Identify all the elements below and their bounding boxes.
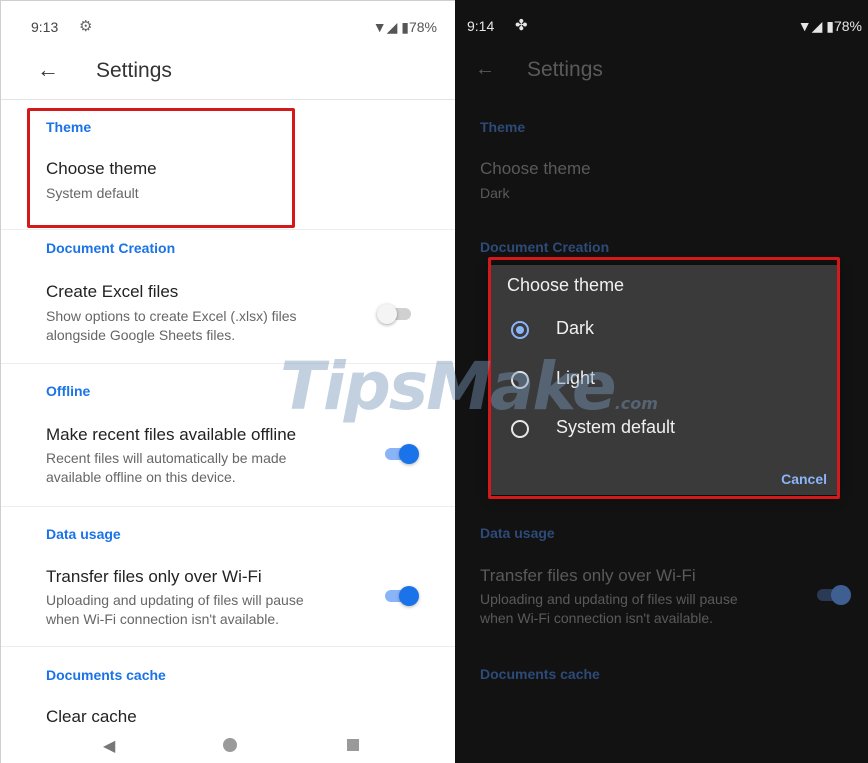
- wifi-only-desc-2: when Wi-Fi connection isn't available.: [480, 610, 714, 626]
- wifi-only-desc-1: Uploading and updating of files will pau…: [46, 592, 304, 608]
- section-offline-header: Offline: [46, 383, 91, 399]
- nav-back-icon[interactable]: ◀: [103, 736, 115, 756]
- page-title: Settings: [96, 59, 172, 82]
- watermark: TipsMake.com: [280, 348, 658, 425]
- create-excel-toggle[interactable]: [377, 303, 417, 325]
- watermark-suffix: .com: [614, 394, 658, 413]
- toggle-knob: [377, 304, 397, 324]
- wifi-only-desc-2: when Wi-Fi connection isn't available.: [46, 611, 280, 627]
- status-time: 9:13: [31, 19, 59, 35]
- section-theme-header: Theme: [480, 119, 526, 135]
- offline-toggle[interactable]: [383, 443, 423, 465]
- appbar-divider: [1, 99, 455, 100]
- section-data-usage-header: Data usage: [46, 526, 121, 542]
- page-title: Settings: [527, 58, 603, 81]
- signal-icon: ◢: [386, 19, 398, 35]
- choose-theme-value: Dark: [480, 185, 510, 201]
- wifi-icon: ▼: [372, 19, 387, 35]
- battery-level: 78%: [408, 19, 437, 35]
- section-documents-cache-header: Documents cache: [480, 666, 600, 682]
- section-divider: [1, 229, 455, 230]
- back-arrow-icon[interactable]: ←: [475, 58, 495, 81]
- clear-cache-item[interactable]: Clear cache: [46, 707, 137, 727]
- create-excel-desc-1: Show options to create Excel (.xlsx) fil…: [46, 308, 297, 324]
- wifi-only-title: Transfer files only over Wi-Fi: [480, 566, 696, 585]
- nav-home-icon[interactable]: [223, 738, 237, 752]
- status-time: 9:14: [467, 18, 495, 34]
- status-indicators: ▼◢ ▮78%: [373, 19, 437, 36]
- toggle-knob: [399, 444, 419, 464]
- wifi-only-title: Transfer files only over Wi-Fi: [46, 567, 262, 586]
- status-indicators: ▼◢ ▮78%: [798, 18, 862, 35]
- battery-icon: ▮: [401, 19, 409, 35]
- wifi-icon: ▼: [797, 18, 812, 34]
- offline-title: Make recent files available offline: [46, 425, 297, 444]
- toggle-knob: [831, 585, 851, 605]
- section-divider: [1, 506, 455, 507]
- back-arrow-icon[interactable]: ←: [37, 57, 59, 83]
- settings-status-icon: ✤: [515, 17, 528, 34]
- wifi-only-toggle[interactable]: [815, 584, 855, 606]
- wifi-only-toggle[interactable]: [383, 585, 423, 607]
- section-document-creation-header: Document Creation: [480, 239, 610, 255]
- watermark-text: TipsMake: [280, 348, 617, 425]
- battery-icon: ▮: [826, 18, 834, 34]
- offline-desc-2: available offline on this device.: [46, 469, 236, 485]
- battery-level: 78%: [833, 18, 862, 34]
- create-excel-title: Create Excel files: [46, 282, 179, 301]
- section-documents-cache-header: Documents cache: [46, 667, 166, 683]
- offline-desc-1: Recent files will automatically be made: [46, 450, 287, 466]
- nav-recents-icon[interactable]: [347, 739, 359, 751]
- choose-theme-title: Choose theme: [480, 159, 591, 178]
- highlight-box: [27, 108, 295, 228]
- settings-status-icon: ⚙: [79, 18, 93, 35]
- section-document-creation-header: Document Creation: [46, 240, 176, 256]
- toggle-knob: [399, 586, 419, 606]
- signal-icon: ◢: [811, 18, 823, 34]
- section-divider: [1, 646, 455, 647]
- create-excel-desc-2: alongside Google Sheets files.: [46, 327, 236, 343]
- wifi-only-desc-1: Uploading and updating of files will pau…: [480, 591, 738, 607]
- section-data-usage-header: Data usage: [480, 525, 555, 541]
